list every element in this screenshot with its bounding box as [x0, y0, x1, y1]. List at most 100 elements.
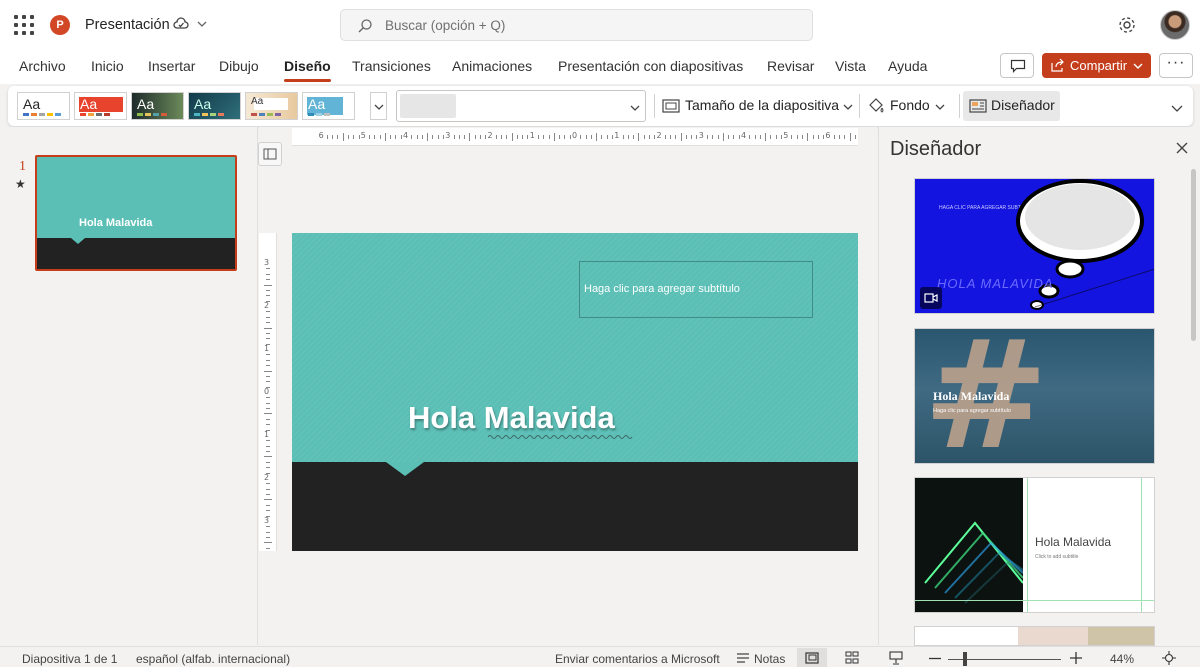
notes-icon[interactable]	[736, 652, 750, 664]
theme-light-blue[interactable]: Aa	[302, 92, 355, 120]
theme-office[interactable]: Aa	[17, 92, 70, 120]
close-icon[interactable]	[1175, 141, 1189, 155]
ribbon-divider	[959, 94, 960, 118]
ruler-tick	[675, 135, 677, 139]
zoom-in-icon[interactable]	[1070, 652, 1082, 664]
theme-red[interactable]: Aa	[74, 92, 127, 120]
tab-inicio[interactable]: Inicio	[91, 58, 124, 74]
ruler-tick	[432, 135, 434, 139]
ruler-tick	[780, 135, 782, 139]
design-idea-3-subtitle: Click to add subtitle	[1035, 554, 1079, 560]
normal-view-button[interactable]	[797, 648, 827, 667]
theme-dark-green[interactable]: Aa	[131, 92, 184, 120]
notes-button[interactable]: Notas	[754, 652, 785, 666]
comments-button[interactable]	[1000, 53, 1034, 78]
zoom-level[interactable]: 44%	[1110, 652, 1134, 666]
ruler-tick	[633, 135, 635, 139]
ruler-tick	[266, 467, 270, 469]
share-button[interactable]: Compartir	[1042, 53, 1151, 78]
thought-bubble-graphic	[1016, 179, 1154, 310]
slide-title[interactable]: Hola Malavida	[408, 400, 615, 436]
ruler-tick	[548, 135, 550, 139]
ruler-tick	[326, 135, 328, 139]
user-avatar[interactable]	[1160, 10, 1190, 40]
themes-more-button[interactable]	[370, 92, 387, 120]
tab-presentacion[interactable]: Presentación con diapositivas	[558, 58, 743, 74]
share-label: Compartir	[1070, 58, 1128, 73]
collapse-thumbnails-button[interactable]	[258, 142, 282, 166]
ruler-tick	[266, 316, 270, 318]
ruler-tick	[264, 370, 272, 372]
ruler-tick	[559, 135, 561, 139]
ruler-tick	[643, 135, 645, 139]
ruler-tick	[264, 284, 272, 286]
ruler-tick	[264, 413, 272, 415]
ruler-label: 4	[403, 131, 409, 140]
language-status[interactable]: español (alfab. internacional)	[136, 652, 290, 666]
ruler-tick	[342, 133, 344, 141]
settings-gear-icon[interactable]	[1117, 15, 1137, 35]
ruler-tick	[264, 327, 272, 329]
search-box[interactable]: Buscar (opción + Q)	[340, 9, 813, 41]
ruler-tick	[527, 135, 529, 139]
saved-cloud-icon[interactable]	[173, 16, 189, 32]
tab-animaciones[interactable]: Animaciones	[452, 58, 532, 74]
slide[interactable]: Haga clic para agregar subtítulo Hola Ma…	[292, 233, 858, 551]
ruler-tick	[590, 135, 592, 139]
designer-button[interactable]: Diseñador	[963, 91, 1060, 121]
background-label: Fondo	[890, 97, 930, 113]
app-launcher-icon[interactable]	[14, 15, 34, 35]
designer-icon	[969, 99, 987, 113]
tab-diseno[interactable]: Diseño	[284, 58, 331, 82]
chevron-down-icon[interactable]	[1171, 104, 1183, 114]
ruler-tick	[833, 135, 835, 139]
design-idea-4[interactable]	[914, 626, 1155, 646]
design-idea-2[interactable]: # Hola Malavida Haga clic para agregar s…	[914, 328, 1155, 464]
background-button[interactable]: Fondo	[864, 94, 954, 118]
theme-preview-text: Aa	[251, 96, 264, 107]
slide-sorter-icon[interactable]	[845, 651, 859, 664]
theme-beige[interactable]: Aa	[245, 92, 298, 120]
ruler-tick	[266, 295, 270, 297]
feedback-link[interactable]: Enviar comentarios a Microsoft	[555, 652, 720, 666]
tab-dibujo[interactable]: Dibujo	[219, 58, 259, 74]
ruler-tick	[266, 537, 270, 539]
chevron-down-icon[interactable]	[196, 18, 208, 30]
zoom-out-icon[interactable]	[929, 657, 941, 660]
ruler-label: 3	[445, 131, 451, 140]
ruler-tick	[266, 322, 270, 324]
tab-revisar[interactable]: Revisar	[767, 58, 814, 74]
tab-ayuda[interactable]: Ayuda	[888, 58, 927, 74]
variants-dropdown[interactable]	[396, 90, 646, 122]
ruler-tick	[266, 375, 270, 377]
ruler-tick	[369, 135, 371, 139]
slide-size-button[interactable]: Tamaño de la diapositiva	[654, 94, 854, 118]
designer-pane-title: Diseñador	[890, 138, 982, 160]
fit-to-window-icon[interactable]	[1162, 651, 1176, 665]
tab-vista[interactable]: Vista	[835, 58, 866, 74]
ruler-tick	[722, 133, 724, 141]
chevron-down-icon	[1133, 63, 1143, 69]
slideshow-view-icon[interactable]	[889, 651, 903, 665]
subtitle-placeholder[interactable]: Haga clic para agregar subtítulo	[579, 261, 813, 318]
document-title[interactable]: Presentación	[85, 17, 170, 33]
theme-teal[interactable]: Aa	[188, 92, 241, 120]
slide-thumbnail[interactable]: Hola Malavida	[35, 155, 237, 271]
tab-transiciones[interactable]: Transiciones	[352, 58, 431, 74]
design-idea-1[interactable]: HAGA CLIC PARA AGREGAR SUBTÍTULO HOLA MA…	[914, 178, 1155, 314]
powerpoint-logo-icon: P	[50, 15, 70, 35]
ruler-label: 6	[825, 131, 831, 140]
design-idea-3[interactable]: Hola Malavida Click to add subtitle	[914, 477, 1155, 613]
accent-line	[1027, 478, 1028, 612]
ruler-tick	[266, 354, 270, 356]
ruler-label: 0	[572, 131, 578, 140]
tab-insertar[interactable]: Insertar	[148, 58, 195, 74]
ruler-tick	[427, 133, 429, 141]
tab-archivo[interactable]: Archivo	[19, 58, 66, 74]
ruler-tick	[266, 279, 270, 281]
more-options-button[interactable]: ···	[1159, 53, 1193, 78]
zoom-slider-thumb[interactable]	[963, 652, 967, 666]
ruler-tick	[469, 133, 471, 141]
designer-scrollbar[interactable]	[1191, 169, 1196, 341]
ruler-tick	[266, 483, 270, 485]
